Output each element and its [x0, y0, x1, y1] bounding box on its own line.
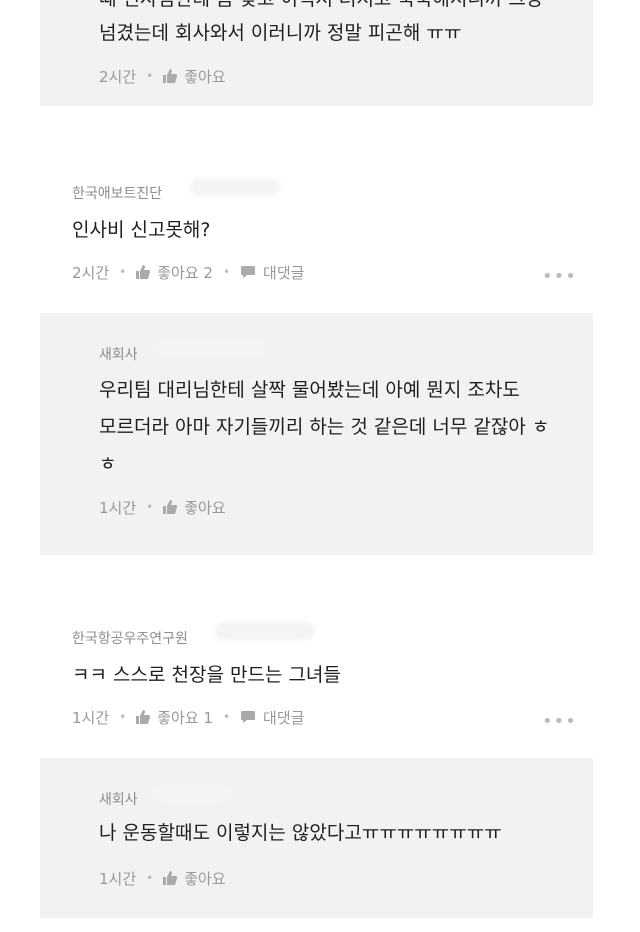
blurred-nickname: [150, 784, 230, 802]
like-label: 좋아요 1: [157, 708, 213, 727]
comment-meta: 1시간 • 좋아요 1 • 대댓글: [72, 707, 304, 727]
reply-button[interactable]: 대댓글: [240, 262, 304, 283]
thumbs-up-icon: [163, 69, 178, 83]
comment-text: 인사비 신고못해?: [72, 219, 211, 241]
reply-text-line: 모르더라 아마 자기들끼리 하는 것 같은데 너무 같잖아 ㅎ: [99, 416, 550, 438]
separator-dot: •: [119, 265, 127, 279]
like-label: 좋아요: [184, 869, 226, 888]
reply-card: 새회사 우리팀 대리님한테 살짝 물어봤는데 아예 뭔지 조차도 모르더라 아마…: [40, 313, 593, 555]
like-button[interactable]: 좋아요: [163, 66, 226, 87]
comment-author[interactable]: 한국애보트진단: [72, 183, 162, 203]
reply-meta: 1시간 • 좋아요: [99, 497, 226, 517]
reply-text-line: 나 운동할때도 이렇지는 않았다고ㅠㅠㅠㅠㅠㅠㅠㅠ: [99, 822, 502, 844]
reply-text-line: 때 인사팀한테 좀 맞고 이럭저 러저고 국국해서니까 그냥: [99, 0, 543, 16]
reply-label: 대댓글: [263, 708, 305, 727]
comment-text: ㅋㅋ 스스로 천장을 만드는 그녀들: [72, 664, 341, 686]
timestamp: 1시간: [72, 708, 110, 727]
separator-dot: •: [146, 69, 154, 83]
separator-dot: •: [146, 500, 154, 514]
like-label: 좋아요 2: [157, 263, 213, 282]
thumbs-up-icon: [136, 265, 151, 279]
reply-card: 새회사 나 운동할때도 이렇지는 않았다고ㅠㅠㅠㅠㅠㅠㅠㅠ 1시간 • 좋아요: [40, 758, 593, 918]
comment-author[interactable]: 한국항공우주연구원: [72, 628, 188, 648]
thumbs-up-icon: [136, 710, 151, 724]
reply-text-line: ㅎ: [99, 453, 117, 475]
reply-meta: 1시간 • 좋아요: [99, 868, 226, 888]
reply-author[interactable]: 새회사: [99, 344, 138, 364]
more-options-icon[interactable]: •••: [542, 711, 577, 732]
reply-author[interactable]: 새회사: [99, 789, 138, 809]
speech-bubble-icon: [241, 711, 256, 723]
reply-text-line: 넘겼는데 회사와서 이러니까 정말 피곤해 ㅠㅠ: [99, 22, 462, 44]
like-label: 좋아요: [184, 498, 226, 517]
timestamp: 2시간: [99, 67, 137, 86]
speech-bubble-icon: [241, 266, 256, 278]
like-button[interactable]: 좋아요: [163, 497, 226, 518]
more-options-icon[interactable]: •••: [542, 266, 577, 287]
reply-text-line: 우리팀 대리님한테 살짝 물어봤는데 아예 뭔지 조차도: [99, 379, 520, 401]
blurred-nickname: [190, 178, 280, 196]
separator-dot: •: [119, 710, 127, 724]
separator-dot: •: [222, 710, 231, 724]
like-button[interactable]: 좋아요 1: [136, 707, 213, 728]
thumbs-up-icon: [163, 871, 178, 885]
reply-button[interactable]: 대댓글: [240, 707, 304, 728]
like-button[interactable]: 좋아요 2: [136, 262, 213, 283]
like-button[interactable]: 좋아요: [163, 868, 226, 889]
like-label: 좋아요: [184, 67, 226, 86]
blurred-nickname: [215, 622, 315, 640]
separator-dot: •: [222, 265, 231, 279]
comment-meta: 2시간 • 좋아요 2 • 대댓글: [72, 262, 304, 282]
timestamp: 2시간: [72, 263, 110, 282]
thumbs-up-icon: [163, 500, 178, 514]
separator-dot: •: [146, 871, 154, 885]
blurred-nickname: [155, 340, 265, 358]
timestamp: 1시간: [99, 869, 137, 888]
reply-meta: 2시간 • 좋아요: [99, 66, 226, 86]
reply-label: 대댓글: [263, 263, 305, 282]
reply-card: 때 인사팀한테 좀 맞고 이럭저 러저고 국국해서니까 그냥 넘겼는데 회사와서…: [40, 0, 593, 106]
timestamp: 1시간: [99, 498, 137, 517]
